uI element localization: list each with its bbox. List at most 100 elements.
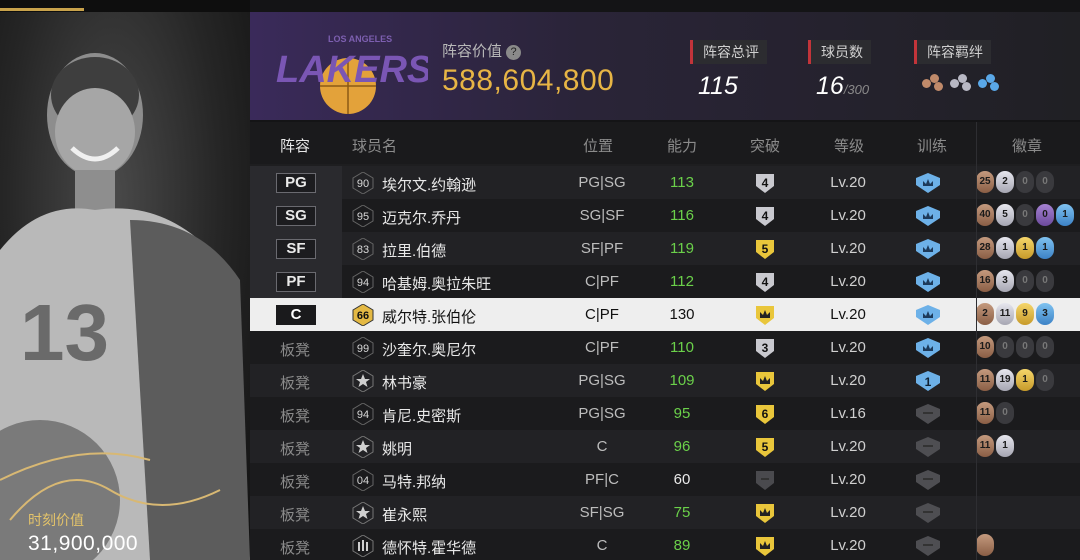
lineup-slot-tag[interactable]: PF	[276, 272, 316, 292]
badge-count[interactable]: 0	[996, 336, 1014, 358]
badge-count[interactable]: 11	[976, 402, 994, 424]
badge-count[interactable]: 1	[1056, 204, 1074, 226]
table-row[interactable]: 板凳 99 沙奎尔.奥尼尔 C|PF 110 3 Lv.20 10 0 0 0	[250, 331, 1080, 364]
badge-count[interactable]: 0	[1016, 270, 1034, 292]
bench-label[interactable]: 板凳	[280, 471, 310, 492]
player-name[interactable]: 马特.邦纳	[382, 471, 446, 492]
col-badges[interactable]: 徽章	[1012, 135, 1042, 156]
breakthrough-shield-icon[interactable]: 4	[754, 172, 776, 194]
breakthrough-shield-icon[interactable]	[754, 469, 776, 491]
table-row[interactable]: 板凳 94 肯尼.史密斯 PG|SG 95 6 Lv.16 11 0	[250, 397, 1080, 430]
training-icon[interactable]: 1	[914, 370, 942, 392]
training-icon[interactable]	[914, 436, 942, 458]
breakthrough-shield-icon[interactable]: 5	[754, 238, 776, 260]
table-row[interactable]: SG 95 迈克尔.乔丹 SG|SF 116 4 Lv.20 40 5 0 0 1	[250, 199, 1080, 232]
table-row[interactable]: 板凳 林书豪 PG|SG 109 Lv.20 1 11 19 1 0	[250, 364, 1080, 397]
table-row[interactable]: 板凳 姚明 C 96 5 Lv.20 11 1	[250, 430, 1080, 463]
badge-count[interactable]: 1	[1016, 369, 1034, 391]
badge-count[interactable]: 5	[996, 204, 1014, 226]
player-name[interactable]: 威尔特.张伯伦	[382, 306, 476, 327]
table-row[interactable]: 板凳 04 马特.邦纳 PF|C 60 Lv.20	[250, 463, 1080, 496]
badge-count[interactable]: 0	[1016, 204, 1034, 226]
badge-count[interactable]: 1	[996, 435, 1014, 457]
badge-count[interactable]: 28	[976, 237, 994, 259]
lineup-slot-tag[interactable]: SF	[276, 239, 316, 259]
training-icon[interactable]	[914, 403, 942, 425]
table-row[interactable]: 板凳 德怀特.霍华德 C 89 Lv.20	[250, 529, 1080, 560]
player-name[interactable]: 埃尔文.约翰逊	[382, 174, 476, 195]
badge-count[interactable]: 3	[1036, 303, 1054, 325]
bench-label[interactable]: 板凳	[280, 372, 310, 393]
lineup-slot-tag[interactable]: PG	[276, 173, 316, 193]
player-name[interactable]: 拉里.伯德	[382, 240, 446, 261]
badge-count[interactable]: 0	[1036, 171, 1054, 193]
training-icon[interactable]	[914, 172, 942, 194]
badge-count[interactable]: 0	[996, 402, 1014, 424]
badge-count[interactable]: 0	[1036, 369, 1054, 391]
badge-count[interactable]: 11	[976, 369, 994, 391]
player-name[interactable]: 肯尼.史密斯	[382, 405, 461, 426]
table-row[interactable]: PG 90 埃尔文.约翰逊 PG|SG 113 4 Lv.20 25 2 0 0	[250, 166, 1080, 199]
player-name[interactable]: 林书豪	[382, 372, 427, 393]
col-name[interactable]: 球员名	[352, 135, 397, 156]
player-name[interactable]: 沙奎尔.奥尼尔	[382, 339, 476, 360]
col-ability[interactable]: 能力	[667, 135, 697, 156]
badge-count[interactable]: 2	[996, 171, 1014, 193]
player-name[interactable]: 迈克尔.乔丹	[382, 207, 461, 228]
badge-count[interactable]: 25	[976, 171, 994, 193]
lineup-slot-tag[interactable]: C	[276, 305, 316, 325]
badge-count[interactable]: 11	[976, 435, 994, 457]
breakthrough-shield-icon[interactable]	[754, 502, 776, 524]
col-lineup[interactable]: 阵容	[280, 135, 310, 156]
training-icon[interactable]	[914, 304, 942, 326]
badge-count[interactable]: 1	[1036, 237, 1054, 259]
breakthrough-shield-icon[interactable]: 5	[754, 436, 776, 458]
breakthrough-shield-icon[interactable]: 4	[754, 205, 776, 227]
badge-count[interactable]: 40	[976, 204, 994, 226]
badge-count[interactable]	[976, 534, 994, 556]
bench-label[interactable]: 板凳	[280, 504, 310, 525]
badge-count[interactable]: 0	[1036, 204, 1054, 226]
player-name[interactable]: 德怀特.霍华德	[382, 537, 476, 558]
lineup-slot-tag[interactable]: SG	[276, 206, 316, 226]
bench-label[interactable]: 板凳	[280, 405, 310, 426]
badge-count[interactable]: 1	[996, 237, 1014, 259]
badge-count[interactable]: 11	[996, 303, 1014, 325]
training-icon[interactable]	[914, 205, 942, 227]
badge-count[interactable]: 0	[1016, 171, 1034, 193]
bond-bronze-icon[interactable]	[922, 74, 944, 92]
breakthrough-shield-icon[interactable]: 6	[754, 403, 776, 425]
bench-label[interactable]: 板凳	[280, 537, 310, 558]
player-name[interactable]: 崔永熙	[382, 504, 427, 525]
badge-count[interactable]: 10	[976, 336, 994, 358]
badge-count[interactable]: 3	[996, 270, 1014, 292]
bench-label[interactable]: 板凳	[280, 339, 310, 360]
breakthrough-shield-icon[interactable]	[754, 535, 776, 557]
bond-blue-icon[interactable]	[978, 74, 1000, 92]
badge-count[interactable]: 16	[976, 270, 994, 292]
badge-count[interactable]: 9	[1016, 303, 1034, 325]
bench-label[interactable]: 板凳	[280, 438, 310, 459]
badge-count[interactable]: 19	[996, 369, 1014, 391]
badge-count[interactable]: 0	[1036, 336, 1054, 358]
badge-count[interactable]: 0	[1016, 336, 1034, 358]
col-level[interactable]: 等级	[834, 135, 864, 156]
training-icon[interactable]	[914, 271, 942, 293]
table-row[interactable]: C 66 威尔特.张伯伦 C|PF 130 Lv.20 2 11 9 3	[250, 298, 1080, 331]
breakthrough-shield-icon[interactable]	[754, 304, 776, 326]
breakthrough-shield-icon[interactable]: 4	[754, 271, 776, 293]
table-row[interactable]: 板凳 崔永熙 SF|SG 75 Lv.20	[250, 496, 1080, 529]
badge-count[interactable]: 0	[1036, 270, 1054, 292]
player-name[interactable]: 哈基姆.奥拉朱旺	[382, 273, 491, 294]
training-icon[interactable]	[914, 502, 942, 524]
table-row[interactable]: PF 94 哈基姆.奥拉朱旺 C|PF 112 4 Lv.20 16 3 0 0	[250, 265, 1080, 298]
breakthrough-shield-icon[interactable]	[754, 370, 776, 392]
training-icon[interactable]	[914, 535, 942, 557]
player-name[interactable]: 姚明	[382, 438, 412, 459]
col-breakthrough[interactable]: 突破	[750, 135, 780, 156]
col-position[interactable]: 位置	[583, 135, 613, 156]
badge-count[interactable]: 2	[976, 303, 994, 325]
training-icon[interactable]	[914, 469, 942, 491]
breakthrough-shield-icon[interactable]: 3	[754, 337, 776, 359]
table-row[interactable]: SF 83 拉里.伯德 SF|PF 119 5 Lv.20 28 1 1 1	[250, 232, 1080, 265]
